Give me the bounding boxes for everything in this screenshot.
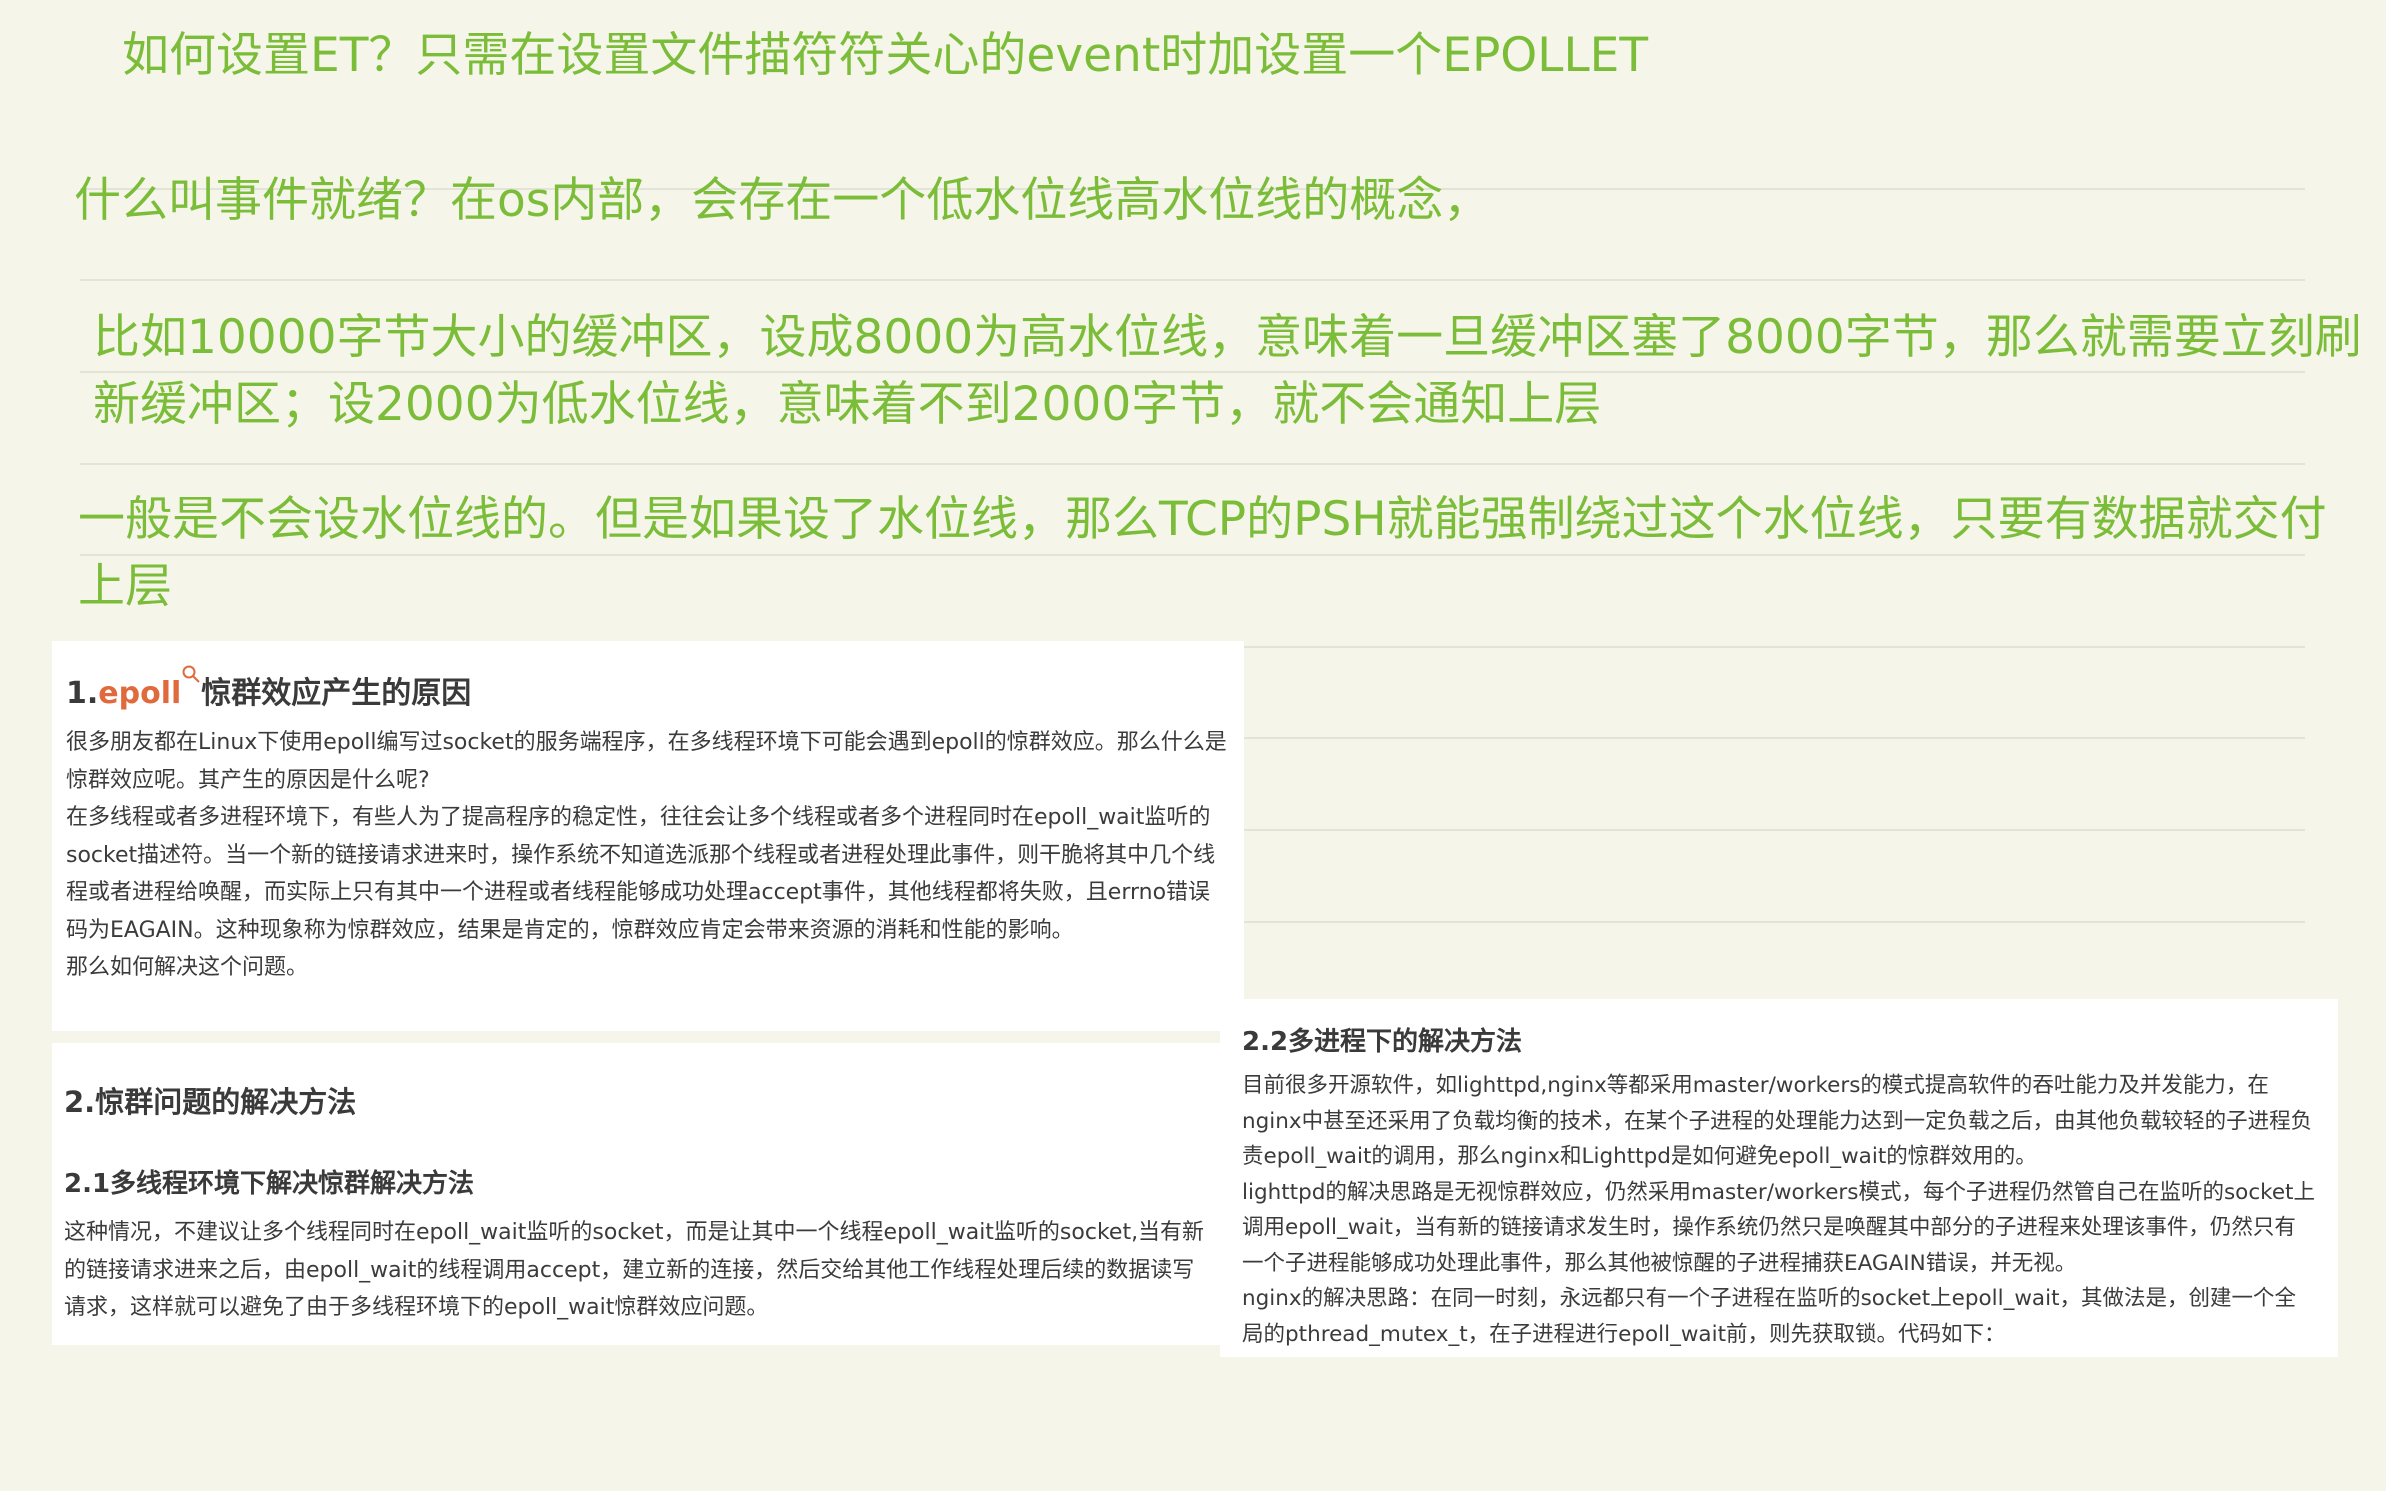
rule-line <box>80 463 2305 465</box>
section2-card: 2.惊群问题的解决方法 2.1多线程环境下解决惊群解决方法 这种情况，不建议让多… <box>52 1043 1220 1345</box>
heading-number: 1. <box>66 676 99 711</box>
rule-line <box>80 279 2305 281</box>
section1-paragraph-1: 很多朋友都在Linux下使用epoll编写过socket的服务端程序，在多线程环… <box>66 730 1227 793</box>
search-icon[interactable] <box>181 664 201 684</box>
section1-heading: 1.epoll 惊群效应产生的原因 <box>66 665 1230 712</box>
note-line-3: 比如10000字节大小的缓冲区，设成8000为高水位线，意味着一旦缓冲区塞了80… <box>93 310 2362 432</box>
section22-paragraph-2: lighttpd的解决思路是无视惊群效应，仍然采用master/workers模… <box>1242 1179 2315 1276</box>
section22-heading: 2.2多进程下的解决方法 <box>1242 1027 1523 1057</box>
note-line-4: 一般是不会设水位线的。但是如果设了水位线，那么TCP的PSH就能强制绕过这个水位… <box>78 492 2327 614</box>
section22-card: 2.2多进程下的解决方法 目前很多开源软件，如lighttpd,nginx等都采… <box>1220 999 2338 1357</box>
note-line-2: 什么叫事件就绪？在os内部，会存在一个低水位线高水位线的概念， <box>74 173 1491 228</box>
section2-heading: 2.惊群问题的解决方法 <box>64 1085 357 1119</box>
section1-paragraph-2: 在多线程或者多进程环境下，有些人为了提高程序的稳定性，往往会让多个线程或者多个进… <box>66 805 1216 943</box>
section1-paragraph-3: 那么如何解决这个问题。 <box>66 955 309 980</box>
section21-heading: 2.1多线程环境下解决惊群解决方法 <box>64 1169 475 1199</box>
heading-rest: 惊群效应产生的原因 <box>201 676 472 711</box>
section22-paragraph-1: 目前很多开源软件，如lighttpd,nginx等都采用master/worke… <box>1242 1073 2313 1169</box>
section1-card: 1.epoll 惊群效应产生的原因 很多朋友都在Linux下使用epoll编写过s… <box>52 641 1244 1031</box>
epoll-keyword-link[interactable]: epoll <box>98 676 181 711</box>
section22-paragraph-3: nginx的解决思路：在同一时刻，永远都只有一个子进程在监听的socket上ep… <box>1242 1286 2297 1347</box>
section21-paragraph: 这种情况，不建议让多个线程同时在epoll_wait监听的socket，而是让其… <box>64 1220 1205 1320</box>
note-line-1: 如何设置ET？只需在设置文件描符符关心的event时加设置一个EPOLLET <box>122 28 1649 83</box>
